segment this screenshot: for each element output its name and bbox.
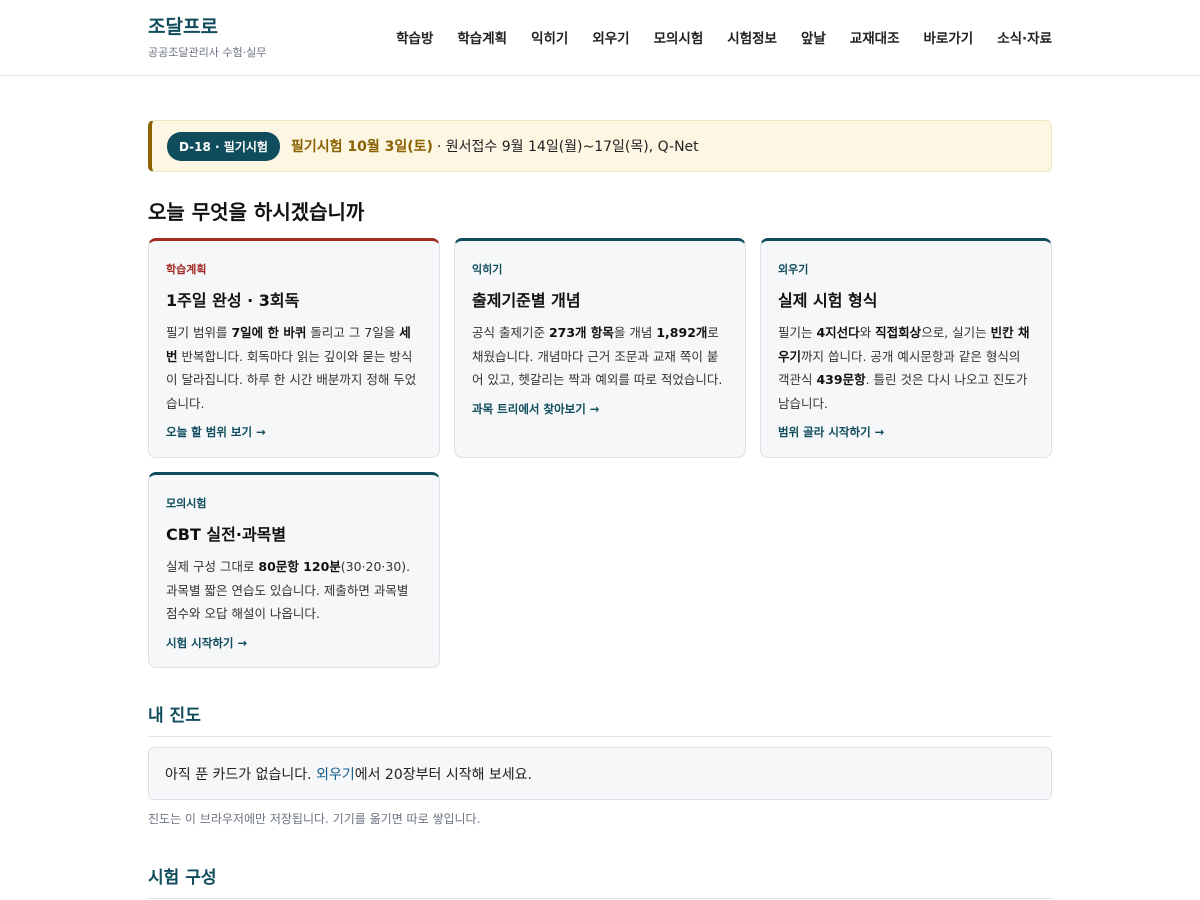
card-body-emphasis: 4지선다 [816,325,860,340]
card-body: 필기 범위를 7일에 한 바퀴 돌리고 그 7일을 세 번 반복합니다. 회독마… [166,321,422,415]
brand[interactable]: 조달프로 공공조달관리사 수험·실무 [148,15,266,60]
card-link-view-today[interactable]: 오늘 할 범위 보기 → [166,424,422,440]
nav-item-study-room[interactable]: 학습방 [396,27,433,47]
card-title: 실제 시험 형식 [778,291,878,310]
nav-item-news[interactable]: 소식·자료 [997,27,1052,47]
card-body-text: 필기는 [778,325,817,340]
card-link-subject-tree[interactable]: 과목 트리에서 찾아보기 → [472,401,728,417]
card-title: CBT 실전·과목별 [166,525,287,544]
card-body-text: 반복합니다. 회독마다 읽는 깊이와 묻는 방식이 달라집니다. 하루 한 시간… [166,348,417,411]
card-body-emphasis: 1,892개 [656,325,708,340]
card-link-start-exam[interactable]: 시험 시작하기 → [166,635,422,651]
nav-item-memorize[interactable]: 외우기 [592,27,629,47]
card-body-text: 필기 범위를 [166,325,232,340]
card-body: 필기는 4지선다와 직접회상으로, 실기는 빈칸 채우기까지 씁니다. 공개 예… [778,321,1034,415]
card-body-text: 공식 출제기준 [472,325,549,340]
card-kicker: 모의시험 [166,497,207,510]
dday-badge: D-18 · 필기시험 [167,131,280,161]
card-body-text: 을 개념 [613,325,657,340]
card-body-text: 실제 구성 그대로 [166,559,259,574]
card-title: 1주일 완성 · 3회독 [166,291,300,310]
brand-title[interactable]: 조달프로 [148,15,266,39]
exam-structure-heading: 시험 구성 [148,868,217,888]
card-body-emphasis: 439문항 [816,372,866,387]
card-memorize[interactable]: 외우기 실제 시험 형식 필기는 4지선다와 직접회상으로, 실기는 빈칸 채우… [760,238,1052,458]
card-body-emphasis: 7일에 한 바퀴 [231,325,307,340]
nav-item-exam-info[interactable]: 시험정보 [727,27,777,47]
card-title: 출제기준별 개념 [472,291,581,310]
nav-item-shortcuts[interactable]: 바로가기 [924,27,974,47]
card-link-select-range[interactable]: 범위 골라 시작하기 → [778,424,1034,440]
divider [148,736,1052,737]
brand-subtitle: 공공조달관리사 수험·실무 [148,46,267,59]
card-body-emphasis: 80문항 120분 [258,559,341,574]
top-header: 조달프로 공공조달관리사 수험·실무 학습방 학습계획 익히기 외우기 모의시험… [0,0,1200,76]
nav-item-study-plan[interactable]: 학습계획 [457,27,507,47]
progress-message-tail: 에서 20장부터 시작해 보세요. [354,766,532,783]
nav-item-future[interactable]: 앞날 [801,27,826,47]
card-body-emphasis: 직접회상 [875,325,922,340]
card-body-emphasis: 273개 항목 [548,325,614,340]
card-kicker: 학습계획 [166,263,207,276]
dday-exam-date: 필기시험 10월 3일(토) [290,139,433,155]
nav-item-textbook-compare[interactable]: 교재대조 [850,27,900,47]
dday-application-info: · 원서접수 9월 14일(월)~17일(목), Q-Net [436,139,699,155]
card-body: 실제 구성 그대로 80문항 120분(30·20·30). 과목별 짧은 연습… [166,555,422,626]
nav-item-mock-exam[interactable]: 모의시험 [654,27,704,47]
progress-empty-state: 아직 푼 카드가 없습니다. 외우기 에서 20장부터 시작해 보세요. [148,747,1052,800]
progress-heading: 내 진도 [148,706,201,726]
divider [148,898,1052,899]
progress-message: 아직 푼 카드가 없습니다. [165,766,317,783]
progress-storage-note: 진도는 이 브라우저에만 저장됩니다. 기기를 옮기면 따로 쌓입니다. [148,812,481,826]
card-mock-exam[interactable]: 모의시험 CBT 실전·과목별 실제 구성 그대로 80문항 120분(30·2… [148,472,440,668]
card-body-text: 돌리고 그 7일을 [306,325,400,340]
card-body: 공식 출제기준 273개 항목을 개념 1,892개로 채웠습니다. 개념마다 … [472,321,728,392]
memorize-link[interactable]: 외우기 [316,764,355,784]
card-study-plan[interactable]: 학습계획 1주일 완성 · 3회독 필기 범위를 7일에 한 바퀴 돌리고 그 … [148,238,440,458]
main-nav: 학습방 학습계획 익히기 외우기 모의시험 시험정보 앞날 교재대조 바로가기 … [396,27,1052,47]
dday-banner: D-18 · 필기시험 필기시험 10월 3일(토) · 원서접수 9월 14일… [148,120,1052,172]
card-body-text: 으로, 실기는 [921,325,991,340]
card-body-text: 와 [859,325,876,340]
today-heading: 오늘 무엇을 하시겠습니까 [148,200,365,224]
card-kicker: 외우기 [778,263,809,276]
card-kicker: 익히기 [472,263,503,276]
card-learn[interactable]: 익히기 출제기준별 개념 공식 출제기준 273개 항목을 개념 1,892개로… [454,238,746,458]
nav-item-learn[interactable]: 익히기 [531,27,568,47]
